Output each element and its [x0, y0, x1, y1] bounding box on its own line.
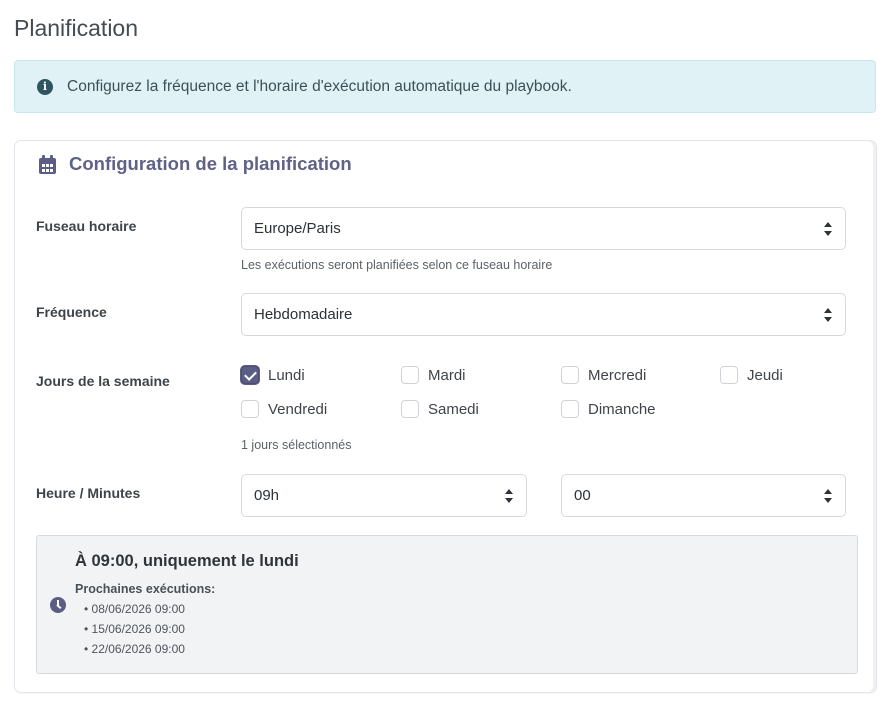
day-checkbox-lundi[interactable]: Lundi	[241, 366, 305, 384]
day-checkbox-mardi[interactable]: Mardi	[401, 366, 466, 384]
day-checkbox-vendredi[interactable]: Vendredi	[241, 400, 327, 418]
card-title: Configuration de la planification	[69, 153, 352, 174]
day-checkbox-dimanche[interactable]: Dimanche	[561, 400, 656, 418]
frequency-value: Hebdomadaire	[254, 306, 353, 323]
day-checkbox-mercredi[interactable]: Mercredi	[561, 366, 646, 384]
next-run-item: • 22/06/2026 09:00	[84, 642, 185, 656]
next-runs-label: Prochaines exécutions:	[75, 582, 216, 596]
checkbox-icon[interactable]	[401, 366, 419, 384]
timezone-label: Fuseau horaire	[36, 218, 137, 234]
next-run-item: • 15/06/2026 09:00	[84, 622, 185, 636]
hour-value: 09h	[254, 487, 280, 504]
card-header: Configuration de la planification	[39, 153, 352, 175]
next-run-item: • 08/06/2026 09:00	[84, 602, 185, 616]
day-label: Mercredi	[588, 366, 647, 384]
selected-days-count: 1 jours sélectionnés	[241, 438, 352, 452]
minute-value: 00	[574, 487, 591, 504]
timezone-value: Europe/Paris	[254, 220, 341, 237]
clock-icon	[50, 597, 66, 613]
day-label: Jeudi	[747, 366, 783, 384]
info-circle-icon: i	[37, 78, 53, 95]
page-title: Planification	[14, 15, 139, 41]
checkbox-icon[interactable]	[241, 400, 259, 418]
hour-select[interactable]: 09h	[241, 474, 527, 517]
checkbox-checked-icon[interactable]	[241, 366, 259, 384]
day-checkbox-samedi[interactable]: Samedi	[401, 400, 479, 418]
info-alert-text: Configurez la fréquence et l'horaire d'e…	[67, 77, 572, 95]
timezone-help: Les exécutions seront planifiées selon c…	[241, 258, 553, 272]
day-label: Samedi	[428, 400, 479, 418]
select-caret-icon	[824, 222, 833, 236]
minute-select[interactable]: 00	[561, 474, 846, 517]
checkbox-icon[interactable]	[720, 366, 738, 384]
checkbox-icon[interactable]	[561, 400, 579, 418]
summary-title: À 09:00, uniquement le lundi	[75, 552, 299, 570]
select-caret-icon	[824, 489, 833, 503]
frequency-select[interactable]: Hebdomadaire	[241, 293, 846, 336]
checkbox-icon[interactable]	[401, 400, 419, 418]
calendar-icon	[39, 154, 56, 174]
timezone-select[interactable]: Europe/Paris	[241, 207, 846, 250]
select-caret-icon	[505, 489, 514, 503]
checkbox-icon[interactable]	[561, 366, 579, 384]
select-caret-icon	[824, 308, 833, 322]
day-label: Vendredi	[268, 400, 328, 418]
weekdays-label: Jours de la semaine	[36, 373, 170, 389]
time-label: Heure / Minutes	[36, 485, 141, 501]
info-alert: i Configurez la fréquence et l'horaire d…	[14, 60, 876, 113]
day-label: Mardi	[428, 366, 466, 384]
day-label: Lundi	[268, 366, 305, 384]
day-label: Dimanche	[588, 400, 656, 418]
day-checkbox-jeudi[interactable]: Jeudi	[720, 366, 783, 384]
frequency-label: Fréquence	[36, 304, 107, 320]
